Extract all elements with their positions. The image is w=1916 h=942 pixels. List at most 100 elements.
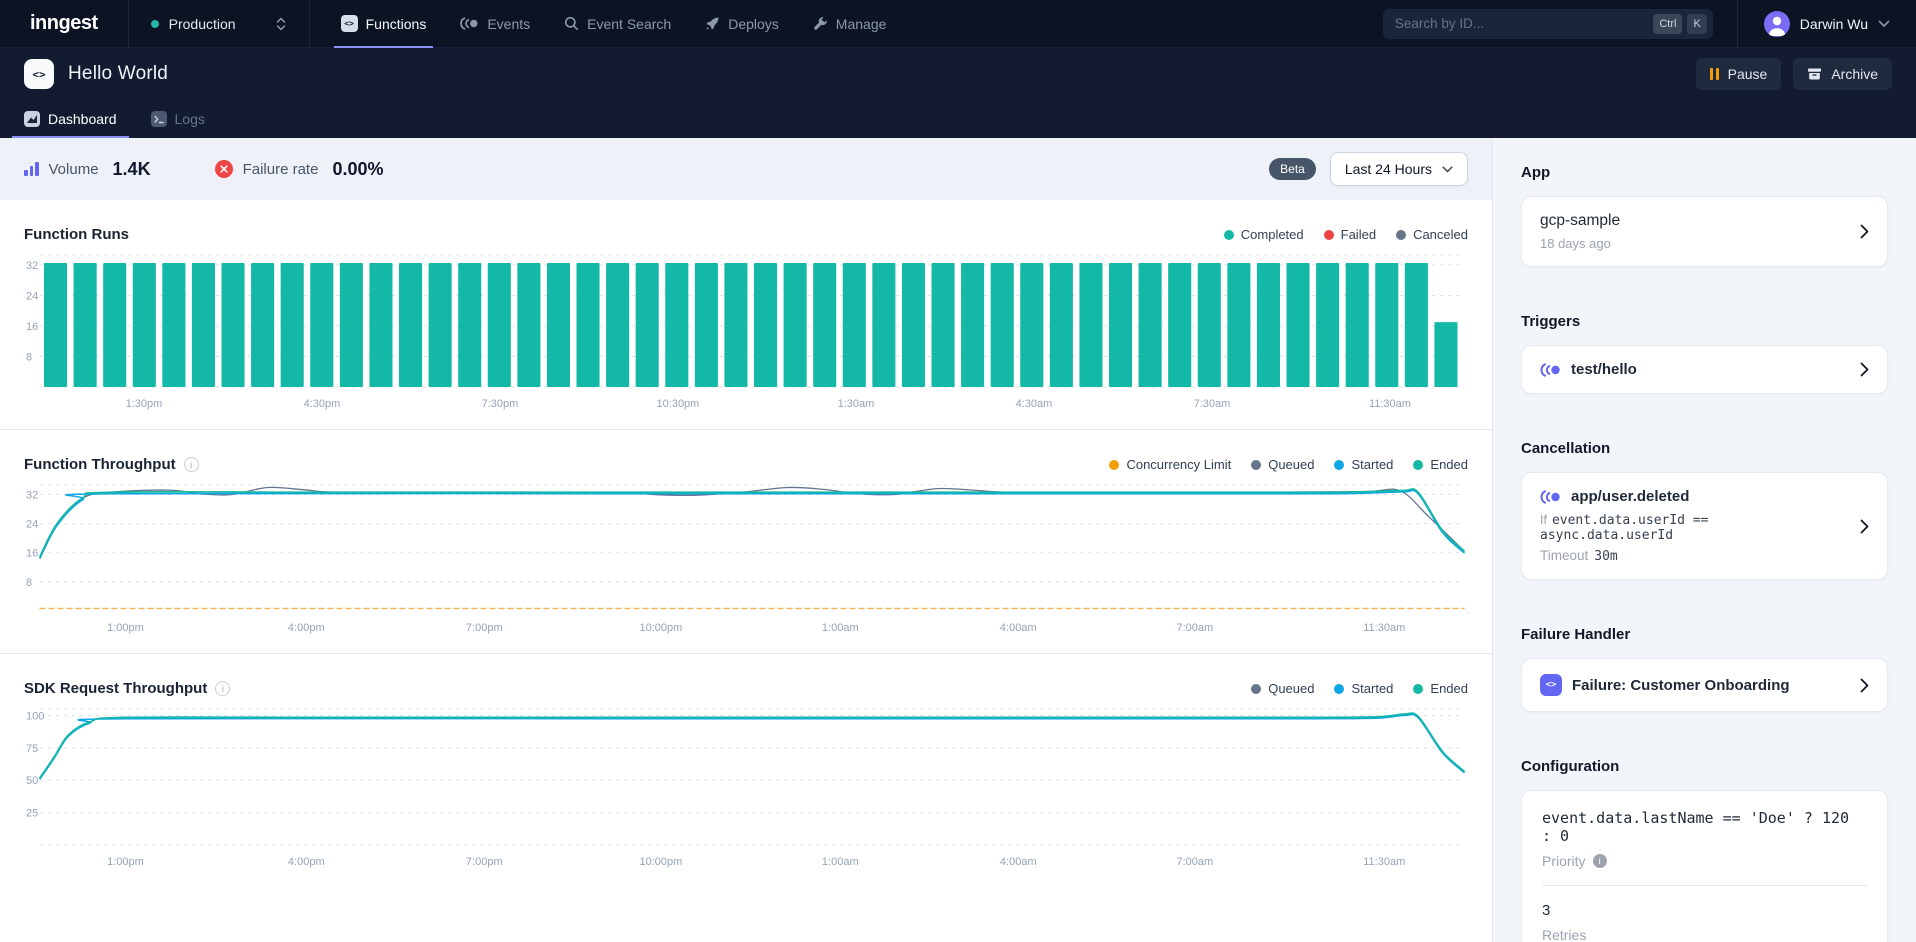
priority-expression: event.data.lastName == 'Doe' ? 120 : 0 [1542,809,1867,845]
pause-icon [1710,68,1719,80]
function-runs-chart[interactable]: 81624321:30pm4:30pm7:30pm10:30pm1:30am4:… [24,249,1468,415]
main-column: Volume 1.4K Failure rate 0.00% Beta Last… [0,138,1492,942]
svg-text:16: 16 [26,548,38,560]
archive-button[interactable]: Archive [1793,58,1892,90]
environment-status-dot [151,20,159,28]
app-name: gcp-sample [1540,212,1848,230]
user-menu[interactable]: Darwin Wu [1738,11,1916,37]
top-nav: inngest Production <> Functions Events E… [0,0,1916,48]
sdk-throughput-chart[interactable]: 2550751001:00pm4:00pm7:00pm10:00pm1:00am… [24,703,1468,873]
user-name: Darwin Wu [1800,16,1868,32]
timeout-label: Timeout [1540,548,1588,563]
condition-prefix: If [1540,513,1547,527]
failure-handler-heading: Failure Handler [1521,626,1888,643]
svg-text:7:00pm: 7:00pm [466,622,503,634]
info-icon[interactable]: i [215,681,230,696]
nav-right: Ctrl K Darwin Wu [1383,0,1916,48]
divider [1542,885,1867,886]
trigger-card[interactable]: test/hello [1521,345,1888,394]
search-input[interactable] [1395,16,1649,31]
svg-text:4:30pm: 4:30pm [304,398,341,410]
terminal-icon [151,111,167,127]
cancellation-section: Cancellation app/user.deleted Ifevent.da… [1521,440,1888,580]
tab-dashboard[interactable]: Dashboard [24,100,117,138]
svg-text:11:30am: 11:30am [1363,622,1405,634]
failure-handler-card[interactable]: <> Failure: Customer Onboarding [1521,658,1888,712]
search-icon [564,16,579,31]
dashboard-icon [24,111,40,127]
function-throughput-chart[interactable]: 81624321:00pm4:00pm7:00pm10:00pm1:00am4:… [24,479,1468,639]
chevron-down-icon [1878,20,1890,28]
failure-rate-label: Failure rate [243,161,319,178]
sdk-throughput-section: SDK Request Throughput i QueuedStartedEn… [0,654,1492,873]
tab-label: Dashboard [48,111,117,127]
svg-text:1:00am: 1:00am [822,856,859,868]
svg-text:24: 24 [26,519,38,531]
svg-text:50: 50 [26,775,38,787]
nav-item-label: Deploys [728,16,779,32]
info-icon[interactable]: i [184,457,199,472]
triggers-section: Triggers test/hello [1521,313,1888,394]
svg-text:1:30am: 1:30am [838,398,875,410]
nav-item-functions[interactable]: <> Functions [324,0,444,48]
legend-dot [1251,460,1261,470]
archive-icon [1807,67,1822,81]
time-range-dropdown[interactable]: Last 24 Hours [1330,152,1468,186]
app-card[interactable]: gcp-sample 18 days ago [1521,196,1888,267]
svg-text:1:30pm: 1:30pm [126,398,163,410]
svg-text:32: 32 [26,260,38,272]
svg-text:7:00pm: 7:00pm [466,856,503,868]
chart-title: Function Runs [24,226,129,243]
cancellation-heading: Cancellation [1521,440,1888,457]
divider [309,0,310,48]
inngest-logo: inngest [0,12,128,35]
condition-expression: event.data.userId == async.data.userId [1540,513,1709,543]
retries-label: Retries [1542,927,1586,942]
function-header: <> Hello World Pause Archive Dashboard L… [0,48,1916,138]
legend-item: Completed [1224,227,1304,242]
failure-rate-value: 0.00% [332,159,383,180]
chart-legend: CompletedFailedCanceled [1224,227,1468,242]
legend-item: Concurrency Limit [1109,457,1231,472]
svg-text:4:30am: 4:30am [1016,398,1053,410]
nav-item-event-search[interactable]: Event Search [547,0,688,48]
volume-bars-icon [24,162,39,176]
volume-value: 1.4K [113,159,151,180]
info-icon[interactable]: i [1593,854,1607,868]
nav-item-events[interactable]: Events [443,0,547,48]
nav-item-manage[interactable]: Manage [796,0,904,48]
legend-dot [1109,460,1119,470]
svg-text:100: 100 [26,710,44,722]
configuration-card: event.data.lastName == 'Doe' ? 120 : 0 P… [1521,790,1888,942]
svg-text:24: 24 [26,290,38,302]
legend-dot [1396,230,1406,240]
retries-value: 3 [1542,902,1867,919]
nav-item-label: Event Search [587,16,671,32]
function-code-icon: <> [1540,674,1562,696]
priority-label: Priority [1542,853,1586,869]
cancellation-condition: Ifevent.data.userId == async.data.userId [1540,513,1848,543]
nav-item-deploys[interactable]: Deploys [688,0,796,48]
legend-dot [1224,230,1234,240]
function-tabs: Dashboard Logs [0,100,1916,138]
legend-item: Queued [1251,681,1314,696]
legend-dot [1251,684,1261,694]
svg-text:10:00pm: 10:00pm [639,622,682,634]
kbd-k: K [1687,14,1706,34]
global-search[interactable]: Ctrl K [1383,9,1713,39]
person-icon [1764,11,1790,37]
wrench-icon [813,16,828,31]
kbd-ctrl: Ctrl [1653,14,1682,34]
event-trigger-icon [1540,490,1561,504]
failure-handler-name: Failure: Customer Onboarding [1572,677,1790,694]
svg-text:4:00am: 4:00am [1000,622,1037,634]
environment-switcher[interactable]: Production [129,16,309,32]
tab-logs[interactable]: Logs [151,100,205,138]
legend-dot [1413,684,1423,694]
configuration-heading: Configuration [1521,758,1888,775]
pause-button[interactable]: Pause [1696,58,1782,90]
legend-item: Started [1334,457,1393,472]
app-updated: 18 days ago [1540,236,1848,251]
functions-icon: <> [341,15,358,32]
cancellation-card[interactable]: app/user.deleted Ifevent.data.userId == … [1521,472,1888,580]
